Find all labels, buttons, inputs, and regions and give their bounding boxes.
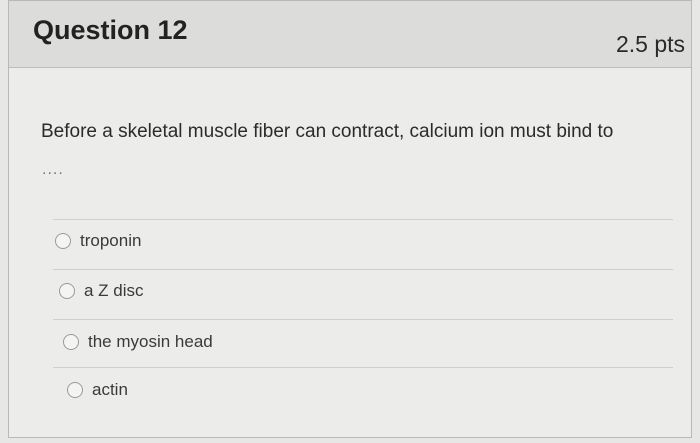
radio-button[interactable] bbox=[67, 382, 83, 398]
answer-option-z-disc[interactable]: a Z disc bbox=[59, 276, 144, 306]
question-text: Before a skeletal muscle fiber can contr… bbox=[41, 121, 614, 142]
radio-button[interactable] bbox=[63, 334, 79, 350]
answer-option-label: the myosin head bbox=[88, 332, 213, 351]
answer-divider bbox=[53, 269, 673, 270]
radio-button[interactable] bbox=[55, 233, 71, 249]
question-points: 2.5 pts bbox=[615, 31, 685, 57]
question-card: Question 12 2.5 pts Before a skeletal mu… bbox=[8, 0, 692, 438]
answer-option-label: actin bbox=[92, 380, 128, 399]
radio-button[interactable] bbox=[59, 283, 75, 299]
answer-divider bbox=[53, 367, 673, 368]
question-header: Question 12 2.5 pts bbox=[9, 1, 691, 68]
answer-option-actin[interactable]: actin bbox=[67, 375, 128, 405]
answer-divider bbox=[53, 219, 673, 220]
answer-option-troponin[interactable]: troponin bbox=[55, 226, 141, 256]
answer-option-label: troponin bbox=[80, 231, 142, 250]
answer-option-myosin-head[interactable]: the myosin head bbox=[63, 327, 213, 357]
question-title: Question 12 bbox=[33, 15, 188, 45]
answer-option-label: a Z disc bbox=[84, 281, 144, 300]
question-continuation: .... bbox=[42, 161, 64, 178]
answer-divider bbox=[53, 319, 673, 320]
